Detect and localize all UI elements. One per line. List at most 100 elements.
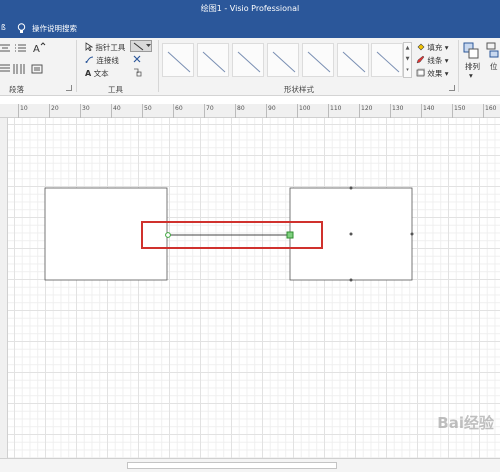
shape-style-gallery (162, 40, 403, 80)
ruler-tick (18, 104, 19, 118)
shape-styles-dialog-launcher[interactable] (449, 85, 455, 91)
selection-handle[interactable] (349, 186, 353, 190)
watermark: Bai经验 (437, 414, 494, 432)
connector-end-handle[interactable] (286, 231, 294, 239)
style-swatch[interactable] (197, 43, 229, 77)
connection-point[interactable] (410, 232, 414, 236)
ruler-label: 20 (51, 105, 59, 112)
connector-icon (85, 56, 94, 63)
tell-me-text[interactable]: 操作说明搜索 (32, 23, 77, 34)
arrange-chevron[interactable]: ▾ (469, 71, 473, 80)
ribbon: A 段落 指针工具 连接线 A 文本 工具 ▲ ▼ ▾ 填充 ▾ 线条 ▾ 效果… (0, 38, 500, 96)
ruler-tick (204, 104, 205, 118)
ruler-label: 100 (299, 105, 311, 112)
ruler-label: 90 (268, 105, 276, 112)
horizontal-ruler: 10 20 30 40 50 60 70 80 90 100 110 120 130 140 150 160 (0, 104, 500, 118)
ruler-label: 40 (113, 105, 121, 112)
effects-icon (416, 68, 426, 77)
style-swatch[interactable] (232, 43, 264, 77)
ruler-tick (266, 104, 267, 118)
text-tool-glyph: A (85, 69, 92, 78)
svg-text:A: A (33, 44, 40, 54)
pointer-icon (85, 42, 94, 52)
ruler-label: 10 (20, 105, 28, 112)
ruler-label: 50 (144, 105, 152, 112)
separator (458, 40, 459, 92)
ruler-tick (297, 104, 298, 118)
ruler-tick (390, 104, 391, 118)
connector-label: 连接线 (96, 56, 119, 65)
connection-point-icon[interactable] (132, 67, 142, 77)
shape-styles-group-label: 形状样式 (284, 85, 314, 94)
ruler-tick (80, 104, 81, 118)
bullet-list-icon[interactable] (14, 44, 28, 54)
align-center-icon[interactable] (0, 44, 14, 54)
line-tool-dropdown[interactable] (130, 40, 152, 52)
ruler-label: 80 (237, 105, 245, 112)
chevron-down-icon (146, 44, 151, 47)
ruler-label: 150 (454, 105, 466, 112)
style-swatch[interactable] (302, 43, 334, 77)
ruler-tick (483, 104, 484, 118)
connector-button[interactable]: 连接线 (85, 55, 119, 66)
gallery-scroll-buttons[interactable]: ▲ ▼ ▾ (403, 42, 412, 78)
pointer-tool-label: 指针工具 (95, 43, 126, 52)
style-swatch[interactable] (337, 43, 369, 77)
fill-label: 填充 (427, 43, 443, 52)
line-button[interactable]: 线条 ▾ (416, 55, 449, 66)
ruler-tick (328, 104, 329, 118)
paragraph-dialog-launcher[interactable] (66, 85, 72, 91)
pencil-icon (416, 55, 425, 64)
font-size-icon[interactable]: A (32, 42, 46, 54)
tools-group-label: 工具 (108, 85, 123, 94)
horizontal-scrollbar[interactable] (127, 462, 337, 469)
align-justify-icon[interactable] (0, 64, 10, 74)
style-swatch[interactable] (267, 43, 299, 77)
style-swatch[interactable] (162, 43, 194, 77)
undo-icon-fragment[interactable]: ß (1, 23, 6, 32)
ruler-label: 110 (330, 105, 342, 112)
tell-me-search[interactable]: ß 操作说明搜索 (0, 23, 200, 35)
ruler-tick (452, 104, 453, 118)
title-bar: 绘图1 - Visio Professional ß 操作说明搜索 (0, 0, 500, 38)
connection-point[interactable] (349, 232, 353, 236)
ruler-tick (173, 104, 174, 118)
position-label[interactable]: 位 (490, 61, 498, 72)
paragraph-group-label: 段落 (9, 85, 24, 94)
pointer-tool-button[interactable]: 指针工具 (85, 42, 125, 53)
ruler-label: 140 (423, 105, 435, 112)
ruler-label: 130 (392, 105, 404, 112)
ruler-tick (359, 104, 360, 118)
ruler-tick (421, 104, 422, 118)
text-tool-button[interactable]: A 文本 (85, 68, 109, 79)
ruler-tick (142, 104, 143, 118)
paint-bucket-icon (417, 43, 425, 51)
drawing-layer (44, 186, 414, 282)
close-icon[interactable] (133, 55, 141, 63)
rectangle-shape-left[interactable] (44, 187, 168, 281)
window-title: 绘图1 - Visio Professional (200, 4, 300, 13)
position-icon[interactable] (486, 42, 500, 60)
ruler-tick (49, 104, 50, 118)
effects-button[interactable]: 效果 ▾ (416, 68, 449, 79)
effects-label: 效果 (427, 69, 443, 78)
style-swatch[interactable] (371, 43, 403, 77)
line-tool-icon (133, 42, 144, 51)
text-direction-icon[interactable] (31, 63, 45, 75)
ruler-label: 70 (206, 105, 214, 112)
drawing-canvas[interactable] (8, 118, 500, 458)
line-label: 线条 (427, 56, 443, 65)
vertical-ruler (0, 118, 8, 458)
selection-handle[interactable] (349, 278, 353, 282)
text-tool-label: 文本 (93, 69, 109, 78)
align-top-icon[interactable] (13, 63, 25, 75)
bottom-bar (0, 458, 500, 472)
separator (158, 40, 159, 92)
ruler-label: 160 (485, 105, 497, 112)
ruler-label: 120 (361, 105, 373, 112)
fill-button[interactable]: 填充 ▾ (416, 42, 449, 53)
connector-start-handle[interactable] (165, 232, 171, 238)
arrange-icon[interactable] (463, 42, 481, 60)
separator (76, 40, 77, 92)
ruler-label: 30 (82, 105, 90, 112)
